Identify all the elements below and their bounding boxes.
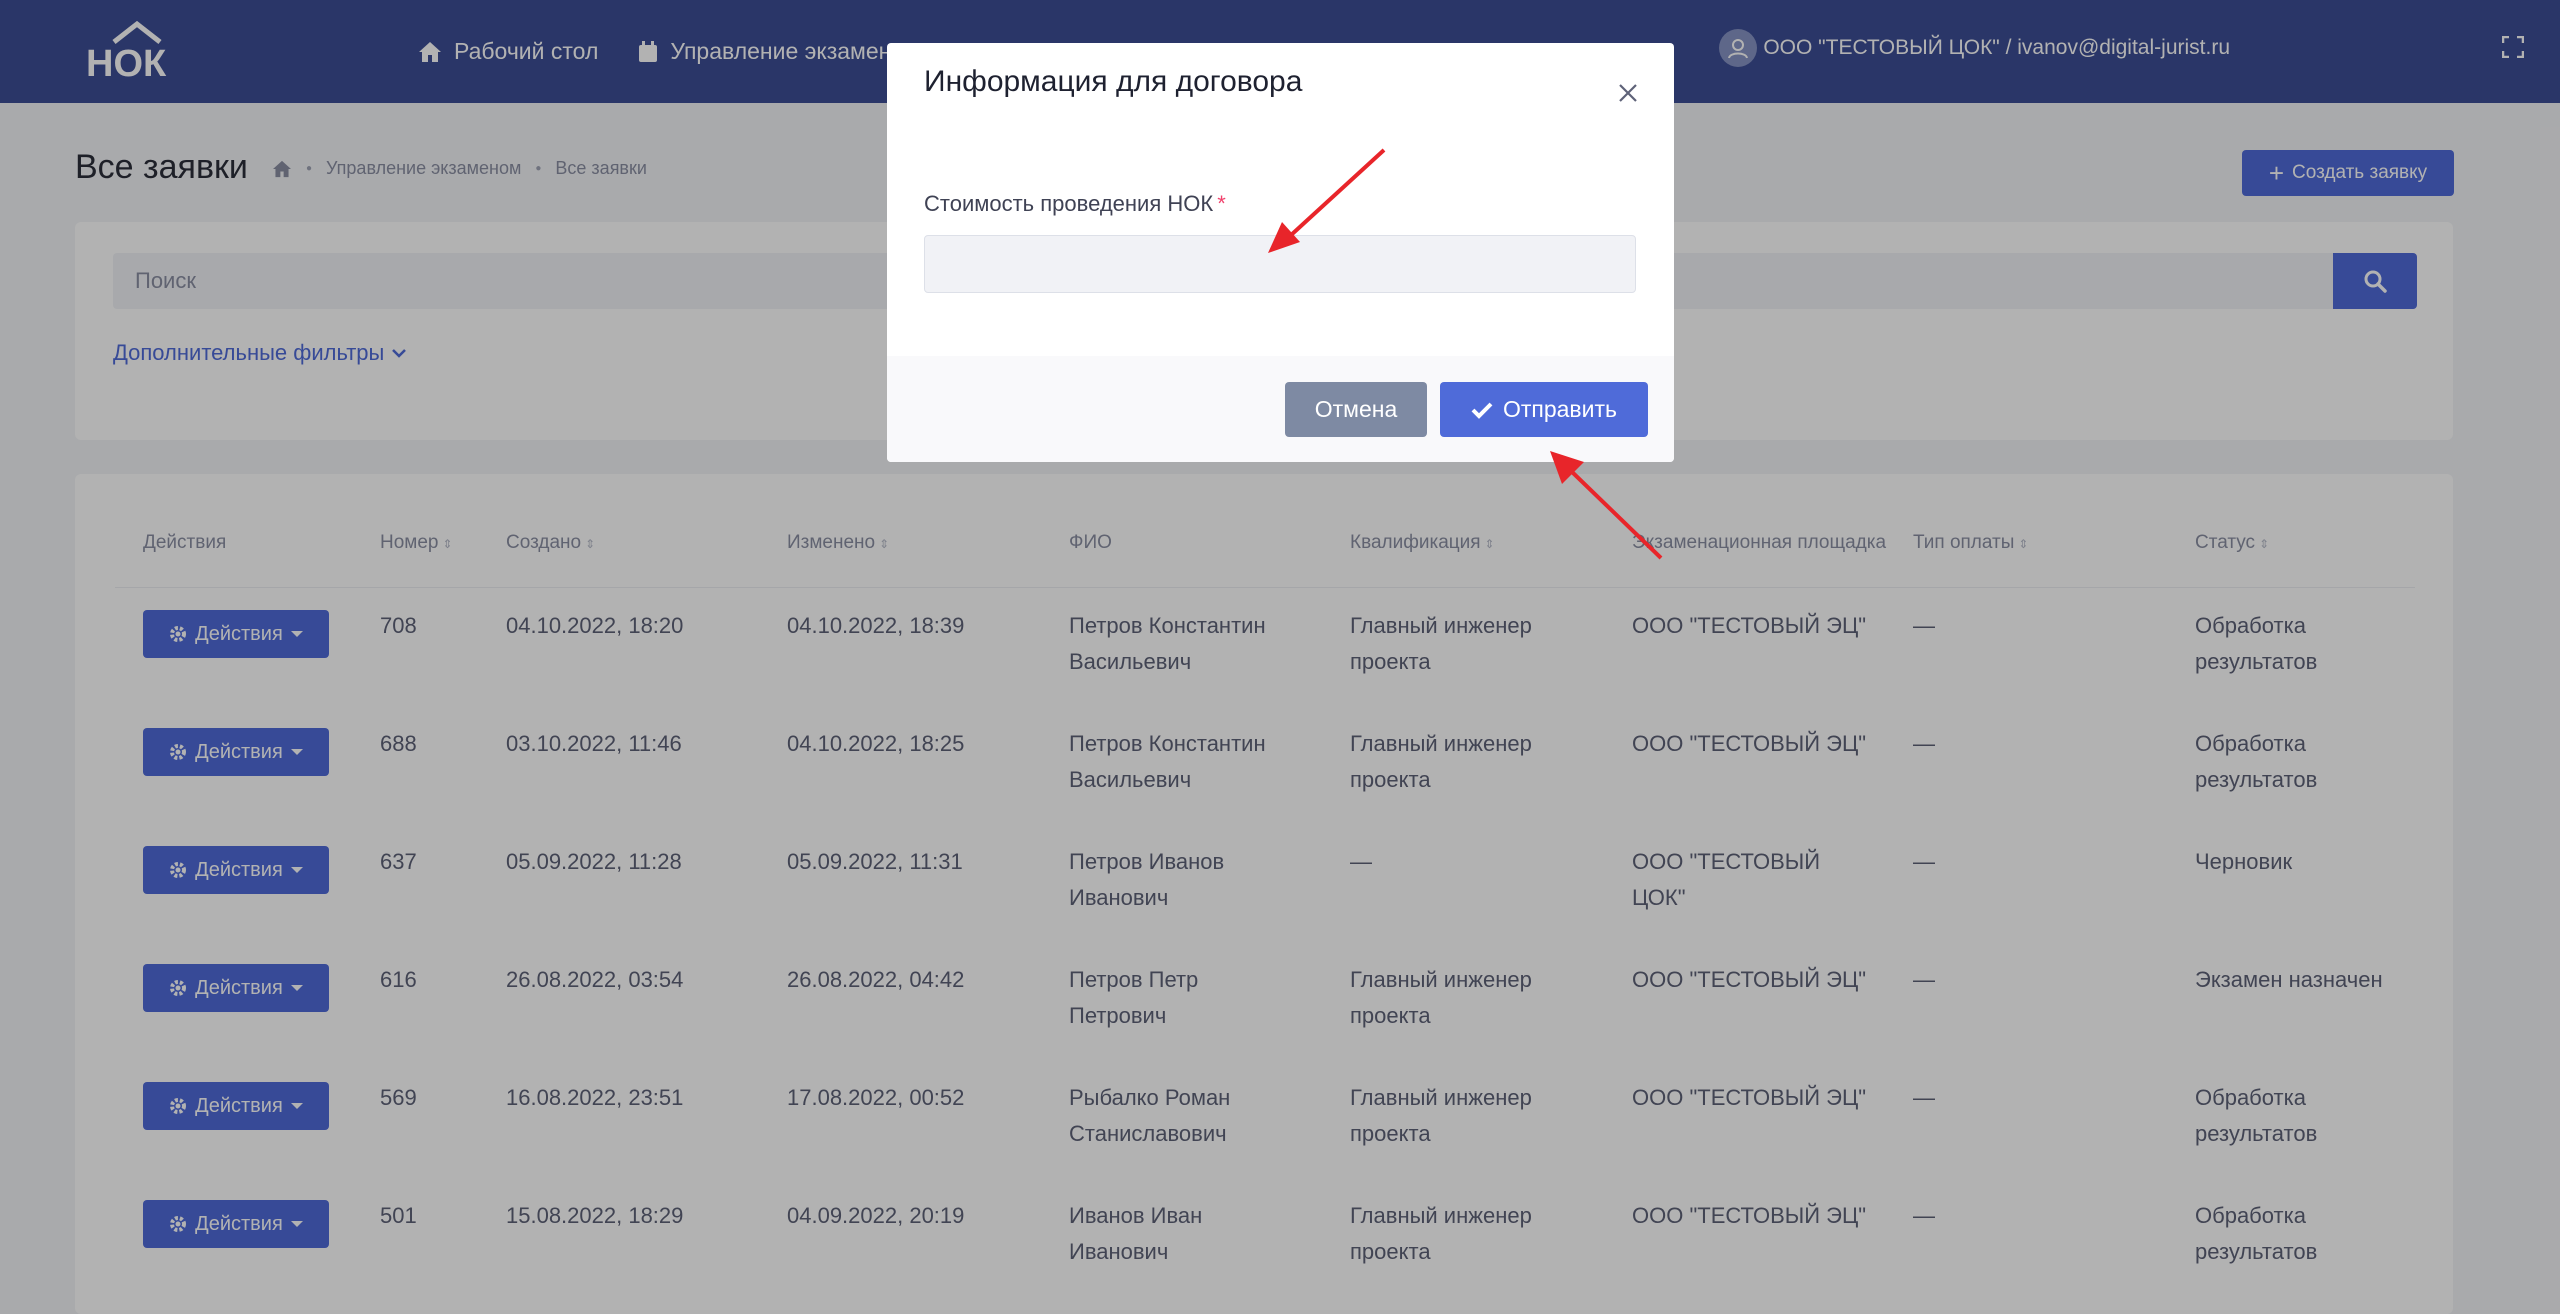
close-button[interactable] xyxy=(1611,76,1645,110)
cost-field-label-text: Стоимость проведения НОК xyxy=(924,191,1214,216)
submit-button[interactable]: Отправить xyxy=(1440,382,1648,437)
contract-info-modal: Информация для договора Стоимость провед… xyxy=(887,43,1674,462)
cost-input[interactable] xyxy=(924,235,1636,293)
close-icon xyxy=(1619,84,1637,102)
cost-field-label: Стоимость проведения НОК * xyxy=(924,191,1226,217)
check-icon xyxy=(1471,402,1493,419)
modal-title: Информация для договора xyxy=(924,65,1303,98)
required-mark: * xyxy=(1217,191,1226,216)
submit-label: Отправить xyxy=(1502,396,1618,422)
cancel-button[interactable]: Отмена xyxy=(1285,382,1427,437)
